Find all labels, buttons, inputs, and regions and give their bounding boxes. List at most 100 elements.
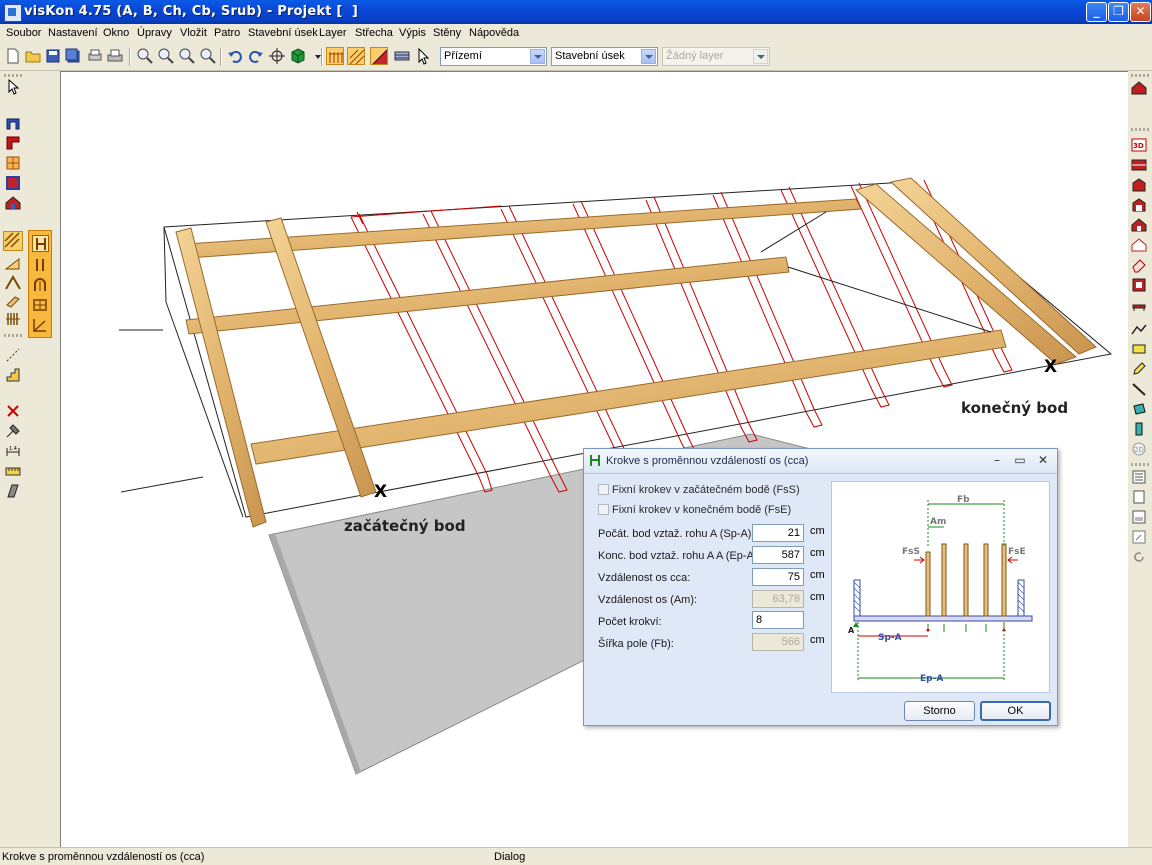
ruler-icon[interactable] [5, 463, 21, 479]
rafter-angle-icon[interactable] [32, 317, 48, 333]
house-view-icon[interactable] [1131, 80, 1147, 96]
roof-tool-icon[interactable] [3, 231, 23, 251]
save-all-icon[interactable] [64, 47, 82, 65]
chevron-down-icon[interactable] [641, 49, 656, 64]
open-folder-icon[interactable] [24, 47, 42, 65]
list-view-icon[interactable] [1131, 469, 1147, 485]
dialog-minimize-button[interactable]: – [989, 453, 1005, 467]
minimize-button[interactable]: _ [1086, 2, 1107, 22]
wall-icon[interactable] [5, 115, 21, 131]
chevron-down-icon[interactable] [530, 49, 545, 64]
menu-upravy[interactable]: Úpravy [137, 27, 172, 39]
delete-icon[interactable] [5, 403, 21, 419]
window-layout-icon[interactable] [1131, 509, 1147, 525]
door-icon[interactable] [5, 175, 21, 191]
menu-soubor[interactable]: Soubor [6, 27, 41, 39]
frame-icon[interactable] [1131, 277, 1147, 293]
new-file-icon[interactable] [4, 47, 22, 65]
layer-select[interactable]: Žádný layer [662, 47, 770, 66]
column-icon[interactable] [1131, 421, 1147, 437]
stairs-icon[interactable] [5, 367, 21, 383]
start-point-input[interactable]: 21 [752, 524, 804, 542]
menu-vlozit[interactable]: Vložit [180, 27, 207, 39]
cancel-button[interactable]: Storno [904, 701, 975, 721]
roof-slope-icon[interactable] [4, 255, 21, 271]
rafter-grid-icon[interactable] [32, 297, 48, 313]
select-arrow-icon[interactable] [5, 78, 21, 95]
menu-vypis[interactable]: Výpis [399, 27, 426, 39]
terrain-icon[interactable] [1131, 321, 1147, 337]
dialog-close-button[interactable]: ✕ [1035, 453, 1051, 467]
roof-grid-icon[interactable] [326, 47, 344, 65]
furniture-icon[interactable] [1131, 297, 1147, 313]
section-select[interactable]: Stavební úsek [551, 47, 658, 66]
spacing-approx-input[interactable]: 75 [752, 568, 804, 586]
end-point-input[interactable]: 587 [752, 546, 804, 564]
menu-nastaveni[interactable]: Nastavení [48, 27, 98, 39]
print-preview-icon[interactable] [86, 47, 104, 65]
close-button[interactable]: ✕ [1130, 2, 1151, 22]
pointer-icon[interactable] [414, 47, 432, 65]
line-tool-icon[interactable] [5, 347, 21, 363]
window-icon[interactable] [5, 155, 21, 171]
section-view-icon[interactable] [1131, 197, 1147, 213]
dialog-maximize-button[interactable]: ▭ [1012, 453, 1028, 467]
layer-view-icon[interactable] [393, 47, 411, 65]
elevation-icon[interactable] [1131, 177, 1147, 193]
save-icon[interactable] [44, 47, 62, 65]
beam-icon[interactable] [5, 293, 21, 309]
house-wire-icon[interactable] [1131, 237, 1147, 253]
status-mode: Dialog [494, 851, 526, 863]
app-icon[interactable] [4, 4, 22, 22]
cube-icon[interactable] [1131, 401, 1147, 417]
slab-icon[interactable] [1131, 341, 1147, 357]
menu-okno[interactable]: Okno [103, 27, 129, 39]
undo-icon[interactable] [226, 47, 244, 65]
floor-plan-icon[interactable] [1131, 157, 1147, 173]
menu-patro[interactable]: Patro [214, 27, 240, 39]
zoom-in-icon[interactable] [136, 47, 154, 65]
tool-settings-icon[interactable] [5, 423, 21, 439]
view-3d-icon[interactable]: 3D [1131, 137, 1147, 153]
pencil-icon[interactable] [1131, 361, 1147, 377]
zoom-all-icon[interactable] [199, 47, 217, 65]
fixed-end-checkbox[interactable] [598, 504, 609, 515]
roof-valley-icon[interactable] [5, 275, 21, 291]
eraser-icon[interactable] [1131, 257, 1147, 273]
polyline-icon[interactable] [1131, 381, 1147, 397]
dropdown-arrow-icon[interactable] [309, 47, 321, 65]
redo-icon[interactable] [247, 47, 265, 65]
roof-rafter-icon[interactable] [347, 47, 365, 65]
dialog-title-bar[interactable]: Krokve s proměnnou vzdáleností os (cca) … [584, 449, 1057, 474]
chevron-down-icon[interactable] [753, 49, 768, 64]
refresh-icon[interactable] [1131, 549, 1147, 565]
floor-select[interactable]: Přízemí [440, 47, 547, 66]
roof-plane-icon[interactable] [370, 47, 388, 65]
move-crosshair-icon[interactable] [268, 47, 286, 65]
rafter-arch-icon[interactable] [32, 277, 48, 293]
rafter-count-input[interactable]: 8 [752, 611, 804, 629]
cube-3d-icon[interactable] [289, 47, 307, 65]
menu-stavebni-usek[interactable]: Stavební úsek [248, 27, 318, 39]
zoom-out-icon[interactable] [157, 47, 175, 65]
menu-napoveda[interactable]: Nápověda [469, 27, 519, 39]
print-icon[interactable] [106, 47, 124, 65]
fixed-start-checkbox[interactable] [598, 484, 609, 495]
restore-button[interactable]: ❐ [1108, 2, 1129, 22]
dimension-icon[interactable]: 1.4 [5, 443, 21, 459]
house-icon[interactable] [5, 195, 21, 211]
rafters-icon[interactable] [5, 311, 21, 327]
arrow-out-icon[interactable] [1131, 529, 1147, 545]
house-outline-icon[interactable] [1131, 217, 1147, 233]
view-2d-icon[interactable]: 2D [1131, 441, 1147, 457]
section-cut-icon[interactable] [5, 483, 21, 499]
blank-page-icon[interactable] [1131, 489, 1147, 505]
menu-strecha[interactable]: Střecha [355, 27, 393, 39]
menu-layer[interactable]: Layer [319, 27, 347, 39]
rafter-fixed-icon[interactable] [32, 257, 48, 273]
rafter-variable-icon[interactable] [32, 235, 49, 252]
ok-button[interactable]: OK [980, 701, 1051, 721]
menu-steny[interactable]: Stěny [433, 27, 461, 39]
wall-corner-icon[interactable] [5, 135, 21, 151]
zoom-window-icon[interactable] [178, 47, 196, 65]
